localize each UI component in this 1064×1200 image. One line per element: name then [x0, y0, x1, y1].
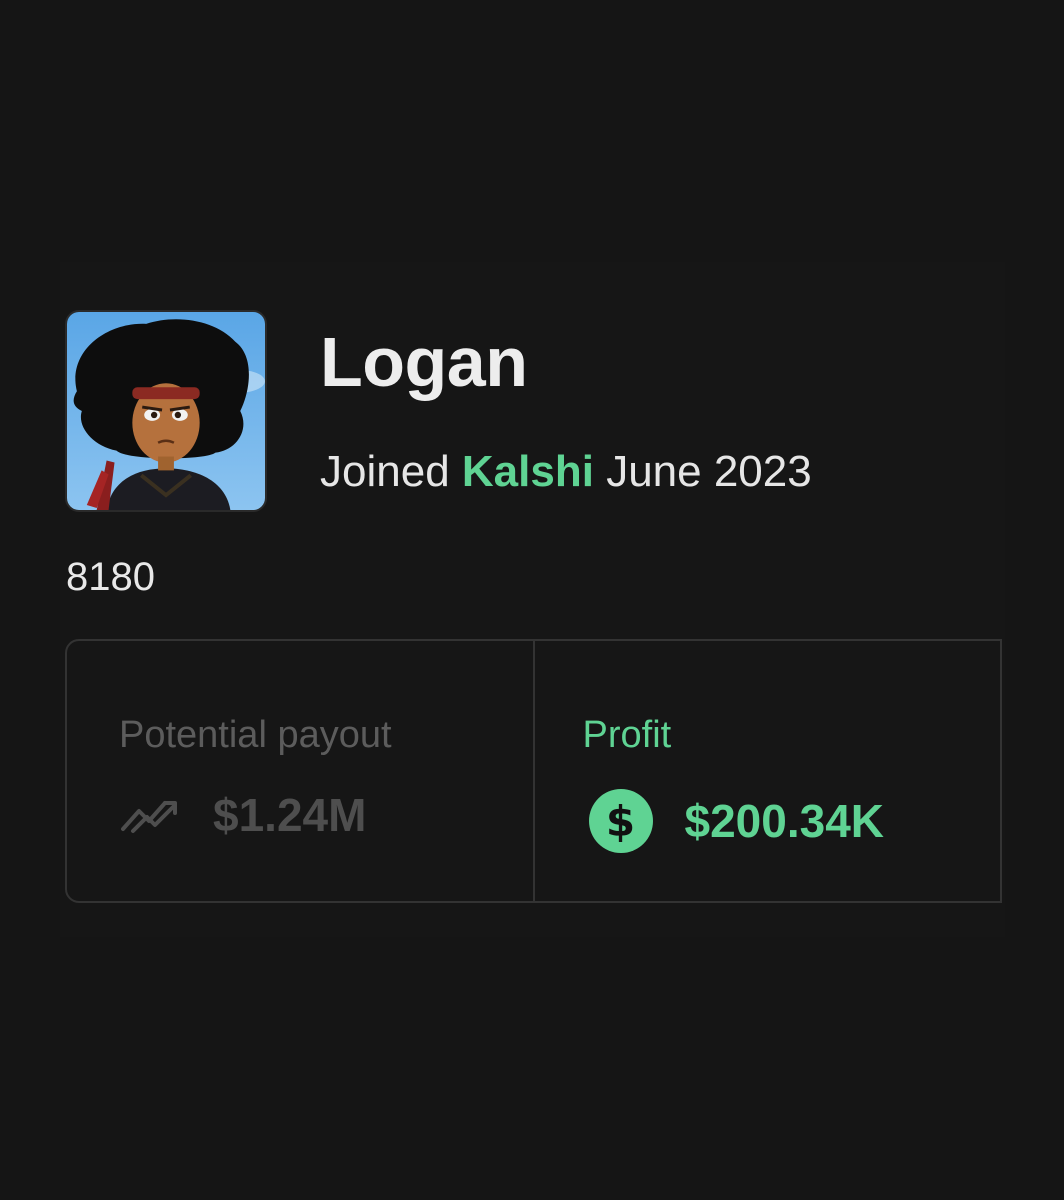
potential-payout-cell: Potential payout $1.24M	[67, 641, 535, 901]
potential-payout-value: $1.24M	[213, 789, 367, 841]
profit-value: $200.34K	[684, 795, 885, 847]
joined-info: Joined Kalshi June 2023	[320, 446, 812, 498]
potential-payout-label: Potential payout	[119, 714, 392, 756]
joined-prefix: Joined	[320, 447, 450, 496]
stats-box: Potential payout $1.24M Profit $ $200.34…	[65, 639, 1002, 903]
profile-name: Logan	[320, 323, 528, 401]
dollar-circle-icon: $	[588, 789, 653, 853]
joined-date: June 2023	[606, 447, 812, 496]
trend-up-icon	[121, 801, 177, 833]
profit-cell: Profit $ $200.34K	[535, 641, 1001, 901]
avatar-image	[67, 312, 265, 510]
potential-payout-row: $1.24M	[119, 789, 366, 841]
brand-link[interactable]: Kalshi	[462, 447, 594, 496]
profit-row: $ $200.34K	[588, 789, 885, 853]
profit-label: Profit	[582, 714, 672, 756]
avatar[interactable]	[65, 310, 267, 512]
score-value: 8180	[66, 555, 155, 599]
